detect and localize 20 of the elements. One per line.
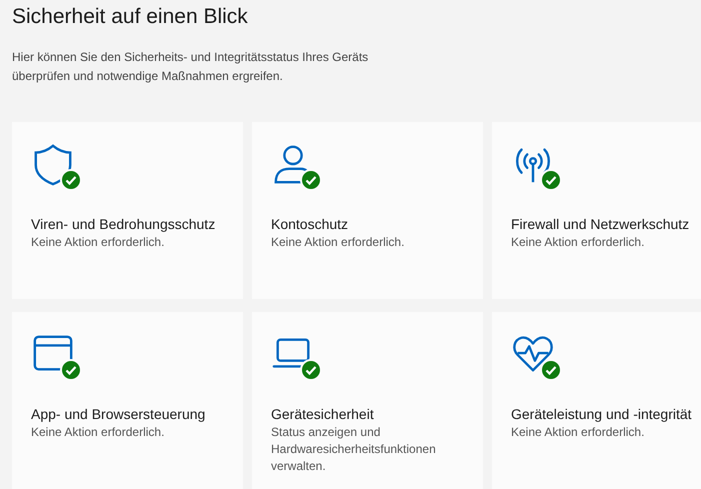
security-card[interactable]: Viren- und Bedrohungsschutz Keine Aktion erforderlich. — [12, 122, 243, 299]
security-card[interactable]: Geräteleistung und -integrität Keine Aktion erforderlich. — [492, 312, 701, 489]
security-card[interactable]: Firewall und Netzwerkschutz Keine Aktion erforderlich. — [492, 122, 701, 299]
card-title: Firewall und Netzwerkschutz — [511, 215, 690, 234]
card-status-text: Keine Aktion erforderlich. — [511, 424, 646, 441]
page-description: Hier können Sie den Sicherheits- und Integritätsstatus Ihres Geräts überprüfen und notwendige Maßnahmen ergreifen. — [12, 49, 370, 85]
security-card[interactable]: Kontoschutz Keine Aktion erforderlich. — [252, 122, 483, 299]
card-status-text: Keine Aktion erforderlich. — [271, 234, 406, 251]
card-title: Viren- und Bedrohungsschutz — [31, 215, 216, 234]
security-card[interactable]: App- und Browsersteuerung Keine Aktion erforderlich. — [12, 312, 243, 489]
card-status-text: Status anzeigen und Hardwaresicherheitsfunktionen verwalten. — [271, 424, 437, 475]
card-status-text: Keine Aktion erforderlich. — [511, 234, 646, 251]
card-status-text: Keine Aktion erforderlich. — [31, 424, 166, 441]
security-card[interactable]: Gerätesicherheit Status anzeigen und Hardwaresicherheitsfunktionen verwalten. — [252, 312, 483, 489]
page-title: Sicherheit auf einen Blick — [12, 4, 249, 30]
card-status-text: Keine Aktion erforderlich. — [31, 234, 166, 251]
card-title: Geräteleistung und -integrität — [511, 405, 693, 424]
card-title: Gerätesicherheit — [271, 405, 375, 424]
card-title: App- und Browsersteuerung — [31, 405, 206, 424]
card-title: Kontoschutz — [271, 215, 350, 234]
